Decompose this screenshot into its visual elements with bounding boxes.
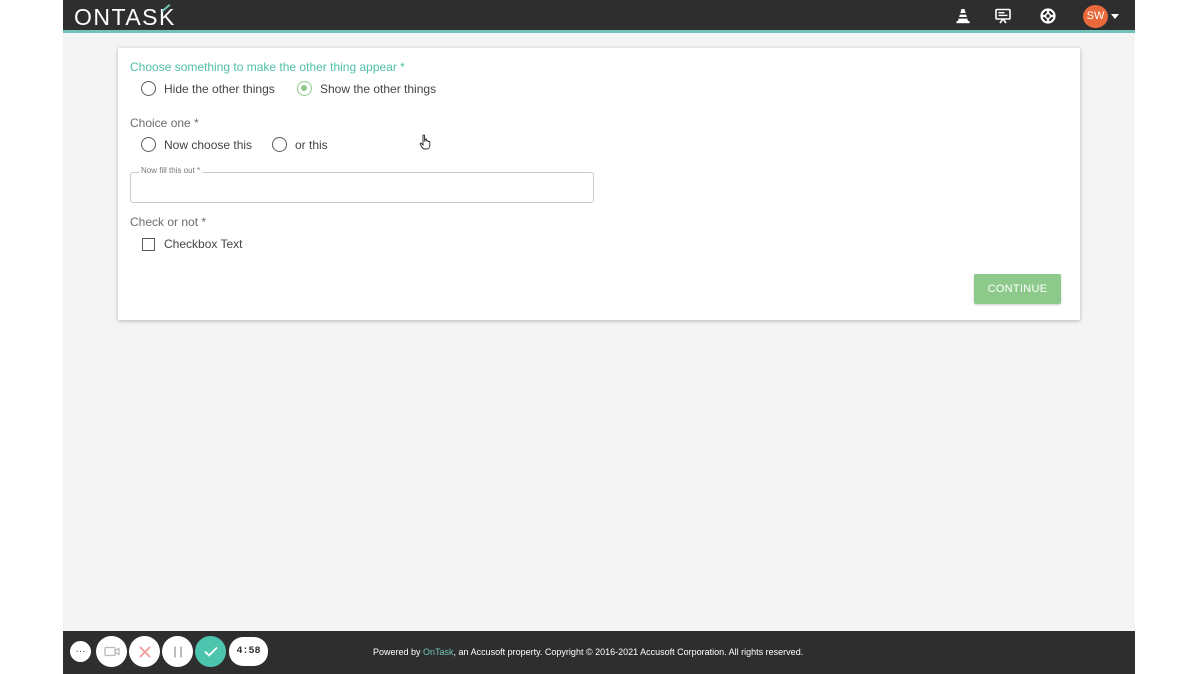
chevron-down-icon[interactable]	[1111, 14, 1119, 19]
question-label-check: Check or not *	[130, 215, 207, 229]
checkbox-option[interactable]: Checkbox Text	[142, 237, 243, 251]
finish-recording-button[interactable]	[195, 636, 226, 667]
radio-option-show[interactable]: Show the other things	[297, 81, 436, 96]
top-navbar: ONTASK SW	[63, 0, 1135, 33]
radio-button[interactable]	[272, 137, 287, 152]
pause-button[interactable]	[162, 636, 193, 667]
option-label: Hide the other things	[164, 81, 275, 96]
fill-out-input[interactable]	[131, 173, 593, 202]
radio-option-or-this[interactable]: or this	[272, 137, 328, 152]
app-window: ONTASK SW Choose something to make the o…	[63, 0, 1135, 674]
camera-icon	[103, 646, 120, 657]
footer-prefix: Powered by	[373, 647, 424, 657]
radio-option-hide[interactable]: Hide the other things	[141, 81, 275, 96]
option-label: Show the other things	[320, 81, 437, 96]
form-card: Choose something to make the other thing…	[118, 48, 1080, 320]
more-icon: ···	[75, 646, 86, 657]
footer-suffix: , an Accusoft property. Copyright © 2016…	[453, 647, 804, 657]
close-icon	[138, 645, 151, 658]
radio-option-now-choose[interactable]: Now choose this	[141, 137, 252, 152]
camera-button[interactable]	[96, 636, 127, 667]
fill-out-field[interactable]: Now fill this out *	[130, 166, 594, 203]
continue-button[interactable]: CONTINUE	[974, 274, 1061, 304]
cancel-recording-button[interactable]	[129, 636, 160, 667]
more-options-button[interactable]: ···	[70, 641, 91, 662]
copyright-text: Powered by OnTask, an Accusoft property.…	[373, 647, 803, 657]
help-lifebuoy-icon[interactable]	[1040, 8, 1056, 24]
option-label: Now choose this	[164, 137, 253, 152]
radio-button[interactable]	[141, 81, 156, 96]
presentation-icon[interactable]	[995, 8, 1011, 24]
option-label: or this	[295, 137, 328, 152]
question-label-show-hide: Choose something to make the other thing…	[130, 60, 405, 74]
question-label-choice-one: Choice one *	[130, 116, 199, 130]
pause-icon	[173, 646, 182, 657]
hand-cursor-icon	[419, 134, 431, 150]
logo-text: ONTAS	[74, 4, 160, 30]
radio-button-selected[interactable]	[297, 81, 312, 96]
recording-timer: 4:58	[229, 637, 268, 666]
traffic-cone-icon[interactable]	[955, 8, 971, 24]
checkbox-label: Checkbox Text	[164, 237, 243, 251]
ontask-logo[interactable]: ONTASK	[74, 4, 176, 31]
radio-button[interactable]	[141, 137, 156, 152]
logo-k: K	[159, 4, 176, 30]
footer-brand-link[interactable]: OnTask	[423, 647, 454, 657]
checkbox[interactable]	[142, 237, 155, 251]
check-icon	[203, 646, 218, 657]
user-avatar[interactable]: SW	[1083, 5, 1108, 28]
